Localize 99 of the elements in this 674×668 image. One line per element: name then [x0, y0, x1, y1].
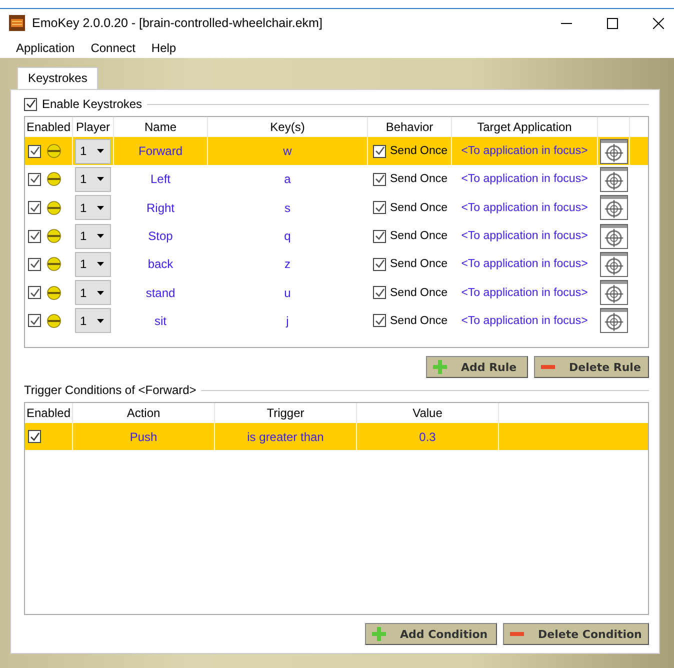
- delete-rule-button[interactable]: Delete Rule: [534, 356, 649, 378]
- checkbox-label: Enable Keystrokes: [42, 97, 142, 111]
- target-application[interactable]: <To application in focus>: [452, 278, 598, 307]
- crosshair-window-icon[interactable]: [600, 308, 628, 334]
- crosshair-window-icon[interactable]: [600, 280, 628, 306]
- checkbox[interactable]: [28, 230, 41, 243]
- rule-row[interactable]: 1 Stop q Send Once <To application in focus>: [25, 222, 648, 250]
- dropdown-arrow-icon: [97, 318, 104, 323]
- add-rule-button[interactable]: Add Rule: [426, 356, 528, 378]
- rule-name: sit: [114, 306, 208, 336]
- player-dropdown[interactable]: 1: [75, 252, 111, 277]
- rule-name: Right: [114, 194, 208, 222]
- rule-row[interactable]: 1 Forward w Send Once <To application in focus>: [25, 137, 648, 166]
- dropdown-arrow-icon: [97, 290, 104, 295]
- player-dropdown[interactable]: 1: [75, 138, 111, 164]
- key-cell: s: [208, 194, 368, 222]
- rule-row[interactable]: 1 Right s Send Once <To application in focus>: [25, 194, 648, 222]
- status-lamp-icon: [47, 172, 61, 186]
- key-cell: u: [208, 278, 368, 307]
- dropdown-arrow-icon: [97, 177, 104, 182]
- condition-row[interactable]: Push is greater than 0.3: [25, 423, 648, 450]
- checkbox[interactable]: [373, 172, 386, 186]
- crosshair-window-icon[interactable]: [600, 138, 628, 164]
- checkbox[interactable]: [28, 258, 41, 271]
- rule-name: Stop: [114, 222, 208, 250]
- player-dropdown[interactable]: 1: [75, 280, 111, 306]
- status-lamp-icon: [47, 200, 61, 215]
- target-application[interactable]: <To application in focus>: [452, 137, 598, 166]
- rule-row[interactable]: 1 Left a Send Once <To application in focus>: [25, 165, 648, 194]
- window-title: EmoKey 2.0.0.20 - [brain-controlled-wheelchair.ekm]: [32, 16, 322, 30]
- target-application[interactable]: <To application in focus>: [452, 165, 598, 194]
- checkbox[interactable]: [28, 430, 41, 443]
- maximize-icon[interactable]: [607, 18, 618, 28]
- delete-condition-button[interactable]: Delete Condition: [503, 623, 649, 645]
- rule-row[interactable]: 1 stand u Send Once <To application in focus>: [25, 278, 648, 307]
- crosshair-window-icon[interactable]: [600, 166, 628, 192]
- player-dropdown[interactable]: 1: [75, 308, 111, 334]
- crosshair-window-icon[interactable]: [600, 195, 628, 220]
- player-dropdown[interactable]: 1: [75, 195, 111, 220]
- close-icon[interactable]: [653, 18, 664, 28]
- plus-icon: [433, 360, 447, 374]
- key-cell: z: [208, 250, 368, 278]
- checkbox[interactable]: [373, 258, 386, 271]
- player-dropdown[interactable]: 1: [75, 166, 111, 192]
- status-lamp-icon: [47, 257, 61, 272]
- trigger-cell: is greater than: [215, 423, 357, 450]
- key-cell: j: [208, 306, 368, 336]
- rule-name: back: [114, 250, 208, 278]
- menu-item[interactable]: Connect: [90, 40, 136, 54]
- rule-name: Forward: [114, 137, 208, 166]
- status-lamp-icon: [47, 144, 61, 158]
- target-application[interactable]: <To application in focus>: [452, 306, 598, 336]
- target-application[interactable]: <To application in focus>: [452, 222, 598, 250]
- plus-icon: [372, 627, 386, 641]
- checkbox-label: Send Once: [390, 258, 448, 270]
- add-condition-button[interactable]: Add Condition: [365, 623, 497, 645]
- checkbox[interactable]: [373, 230, 386, 243]
- checkbox[interactable]: [28, 144, 41, 158]
- rule-row[interactable]: 1 sit j Send Once <To application in focus>: [25, 306, 648, 336]
- key-cell: w: [208, 137, 368, 166]
- checkbox-label: Send Once: [390, 314, 448, 327]
- rule-name: stand: [114, 278, 208, 307]
- checkbox[interactable]: [24, 98, 37, 110]
- checkbox[interactable]: [28, 314, 41, 328]
- rule-name: Left: [114, 165, 208, 194]
- dropdown-arrow-icon: [97, 206, 104, 210]
- menu-item[interactable]: Application: [16, 40, 75, 54]
- checkbox[interactable]: [373, 286, 386, 300]
- checkbox[interactable]: [373, 144, 386, 158]
- target-application[interactable]: <To application in focus>: [452, 250, 598, 278]
- dropdown-arrow-icon: [97, 234, 104, 238]
- menu-item[interactable]: Help: [151, 40, 176, 54]
- key-cell: a: [208, 165, 368, 194]
- rule-row[interactable]: 1 back z Send Once <To application in focus>: [25, 250, 648, 278]
- crosshair-window-icon[interactable]: [600, 224, 628, 249]
- checkbox-label: Send Once: [390, 230, 448, 242]
- key-cell: q: [208, 222, 368, 250]
- player-dropdown[interactable]: 1: [75, 224, 111, 249]
- checkbox-label: Send Once: [390, 286, 448, 299]
- checkbox[interactable]: [28, 201, 41, 214]
- status-lamp-icon: [47, 286, 61, 300]
- checkbox-label: Send Once: [390, 202, 448, 214]
- checkbox[interactable]: [28, 172, 41, 186]
- status-lamp-icon: [47, 314, 61, 328]
- crosshair-window-icon[interactable]: [600, 252, 628, 277]
- value-cell: 0.3: [357, 423, 499, 450]
- status-lamp-icon: [47, 229, 61, 244]
- checkbox[interactable]: [373, 314, 386, 328]
- app-icon: [9, 15, 25, 31]
- checkbox-label: Send Once: [390, 145, 448, 158]
- target-application[interactable]: <To application in focus>: [452, 194, 598, 222]
- section-title: Trigger Conditions of <Forward>: [24, 383, 196, 397]
- checkbox-label: Send Once: [390, 173, 448, 186]
- checkbox[interactable]: [373, 201, 386, 214]
- tab[interactable]: Keystrokes: [17, 67, 98, 89]
- dropdown-arrow-icon: [97, 262, 104, 266]
- dropdown-arrow-icon: [97, 149, 104, 154]
- checkbox[interactable]: [28, 286, 41, 300]
- action-cell: Push: [73, 423, 215, 450]
